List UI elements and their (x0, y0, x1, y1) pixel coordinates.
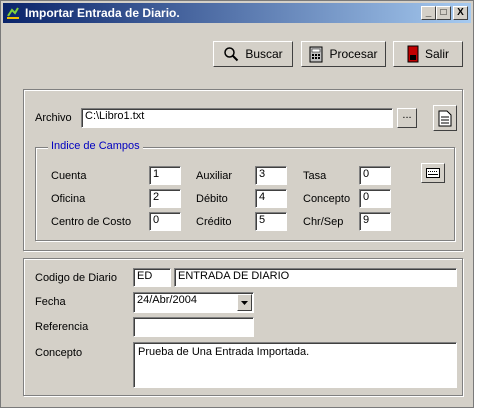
indice-title: Indice de Campos (48, 140, 143, 152)
chevron-down-icon (241, 301, 248, 305)
keyboard-button[interactable] (421, 163, 445, 183)
browse-button[interactable]: ... (397, 108, 417, 128)
auxiliar-label: Auxiliar (196, 170, 233, 182)
buscar-button[interactable]: Buscar (213, 41, 293, 67)
exit-door-icon (407, 45, 419, 63)
archivo-input[interactable]: C:\Libro1.txt (81, 108, 393, 128)
referencia-input[interactable] (133, 317, 254, 337)
window-title: Importar Entrada de Diario. (25, 6, 180, 20)
browse-label: ... (402, 109, 412, 121)
minimize-icon: _ (425, 7, 432, 18)
fecha-label: Fecha (35, 296, 66, 308)
codigo-diario-label: Codigo de Diario (35, 272, 117, 284)
close-icon: X (457, 7, 464, 18)
search-icon (224, 47, 239, 62)
codigo-diario-input[interactable]: ED (133, 268, 171, 287)
chrsep-label: Chr/Sep (303, 216, 344, 228)
maximize-icon: □ (440, 7, 447, 18)
minimize-button[interactable]: _ (421, 6, 436, 20)
concepto-label: Concepto (35, 347, 83, 359)
fecha-select[interactable]: 24/Abr/2004 (133, 292, 254, 313)
nombre-diario-input[interactable]: ENTRADA DE DIARIO (174, 268, 457, 287)
title-bar[interactable]: Importar Entrada de Diario. _ □ X (3, 3, 471, 23)
tasa-input[interactable]: 0 (359, 166, 391, 185)
credito-label: Crédito (196, 216, 232, 228)
centro-costo-input[interactable]: 0 (149, 212, 181, 231)
credito-input[interactable]: 5 (255, 212, 287, 231)
close-button[interactable]: X (453, 6, 468, 20)
referencia-label: Referencia (35, 321, 89, 333)
chrsep-input[interactable]: 9 (359, 212, 391, 231)
concepto-indice-input[interactable]: 0 (359, 189, 391, 208)
debito-label: Débito (196, 193, 228, 205)
open-file-button[interactable] (433, 105, 457, 131)
calculator-icon (309, 46, 323, 62)
concepto-indice-label: Concepto (303, 193, 351, 205)
procesar-label: Procesar (329, 47, 378, 61)
oficina-label: Oficina (51, 193, 86, 205)
centro-costo-label: Centro de Costo (51, 216, 132, 228)
salir-label: Salir (424, 47, 449, 61)
import-window: Importar Entrada de Diario. _ □ X Buscar… (0, 0, 474, 408)
fecha-value: 24/Abr/2004 (137, 294, 197, 306)
cuenta-input[interactable]: 1 (149, 166, 181, 185)
salir-button[interactable]: Salir (393, 41, 463, 67)
document-icon (438, 110, 452, 126)
auxiliar-input[interactable]: 3 (255, 166, 287, 185)
fecha-dropdown-button[interactable] (237, 294, 252, 311)
procesar-button[interactable]: Procesar (301, 41, 386, 67)
debito-input[interactable]: 4 (255, 189, 287, 208)
cuenta-label: Cuenta (51, 170, 87, 182)
keyboard-icon (426, 168, 440, 178)
concepto-textarea[interactable]: Prueba de Una Entrada Importada. (133, 342, 457, 388)
maximize-button[interactable]: □ (436, 6, 451, 20)
buscar-label: Buscar (245, 47, 283, 61)
archivo-label: Archivo (35, 112, 72, 124)
oficina-input[interactable]: 2 (149, 189, 181, 208)
tasa-label: Tasa (303, 170, 327, 182)
app-icon (7, 7, 19, 19)
